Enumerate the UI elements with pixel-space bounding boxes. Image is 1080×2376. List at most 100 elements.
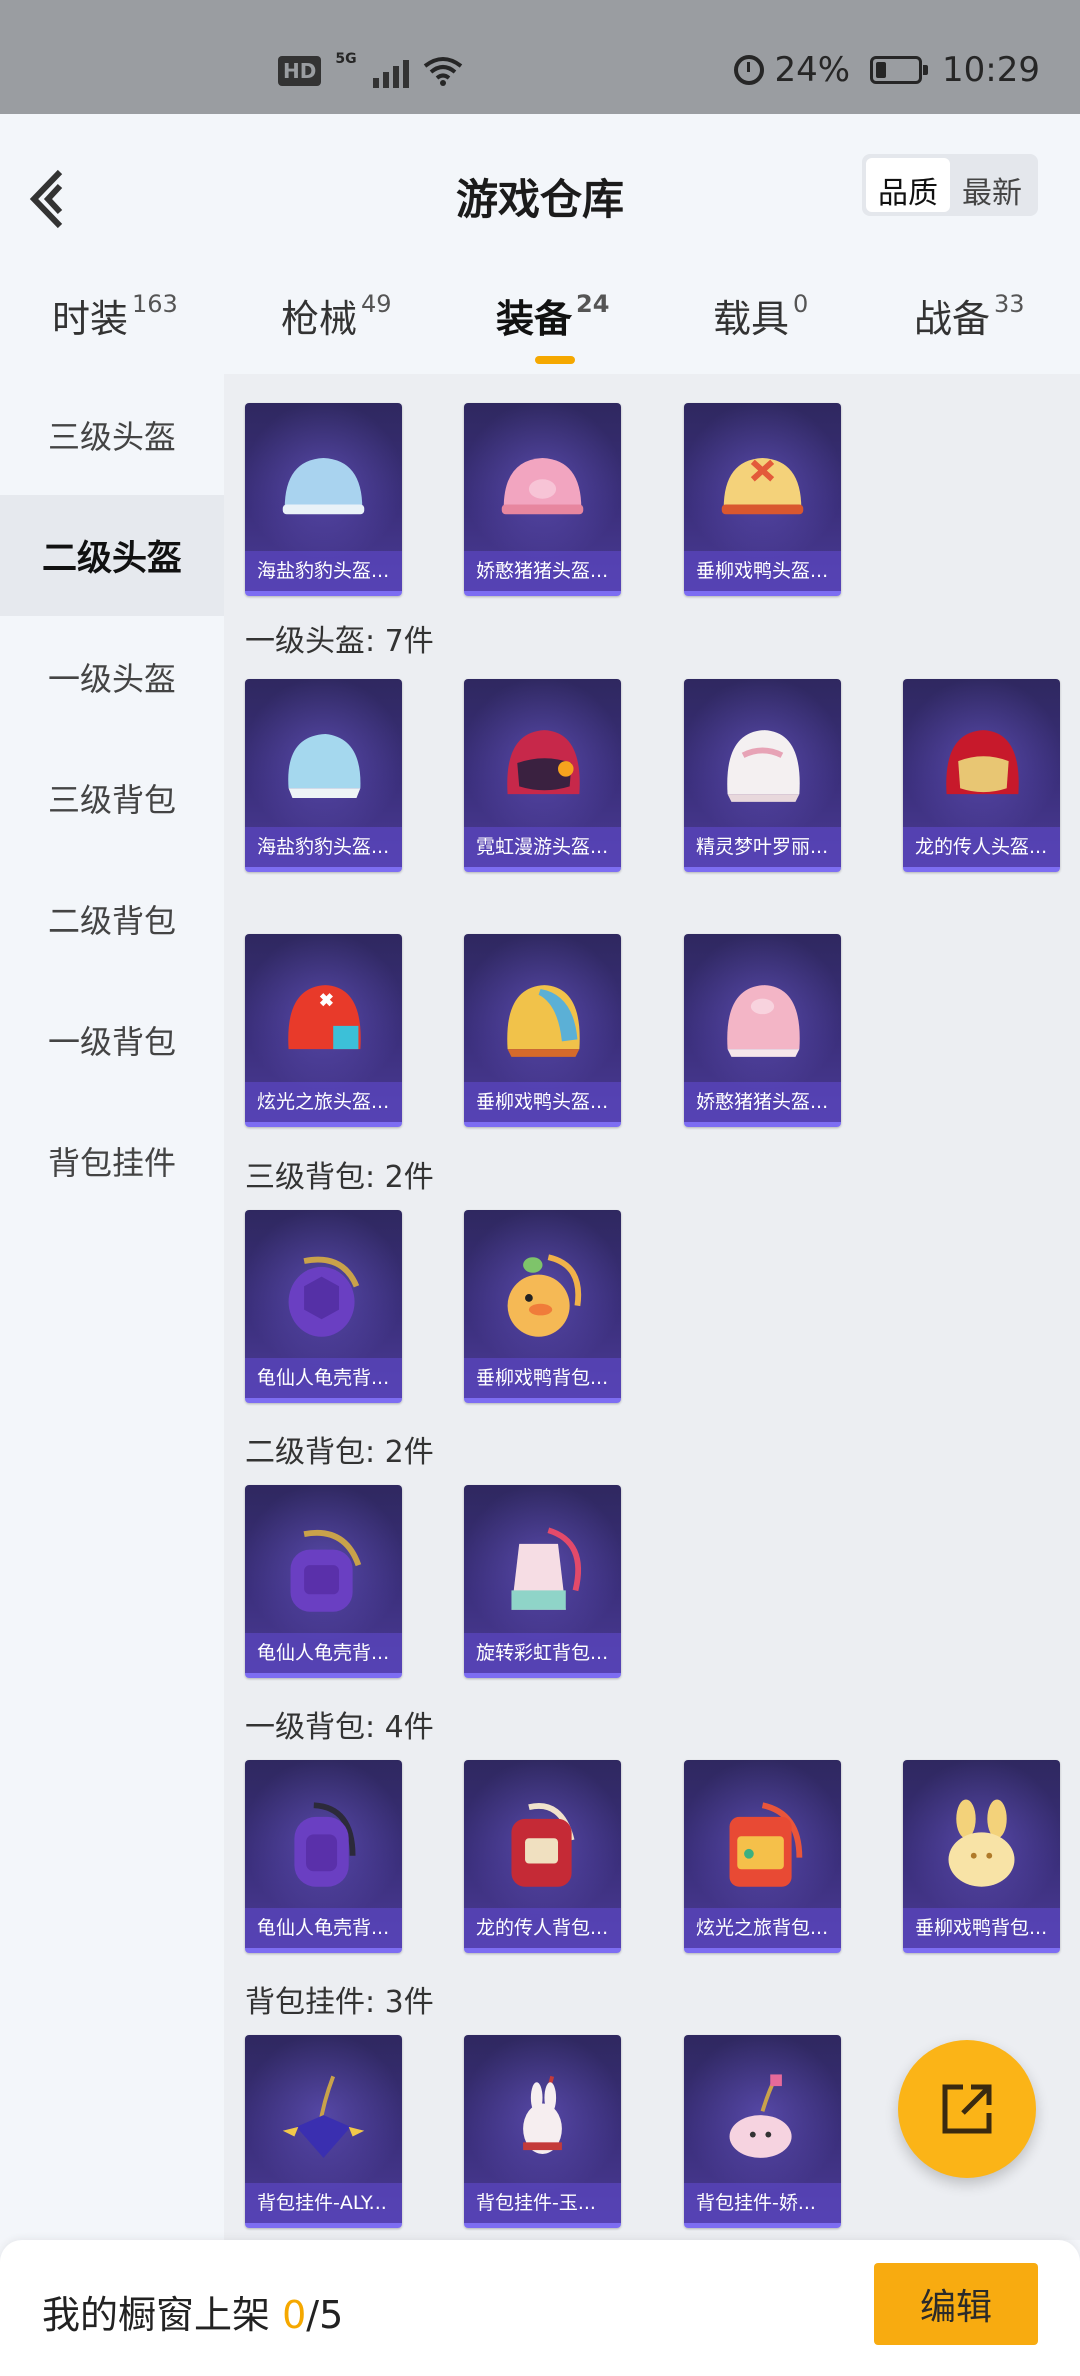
item-card[interactable]: 精灵梦叶罗丽... <box>684 679 841 872</box>
tab-label: 战备 <box>914 297 991 341</box>
item-card[interactable]: 垂柳戏鸭背包... <box>464 1210 621 1403</box>
item-card[interactable]: 娇憨猪猪头盔... <box>464 403 621 596</box>
backpack-icon <box>294 1802 356 1887</box>
network-label: 5G <box>335 51 357 67</box>
tab-guns[interactable]: 枪械 49 <box>281 288 392 343</box>
showcase-status: 我的橱窗上架 0/5 <box>42 2284 343 2339</box>
showcase-total: /5 <box>306 2293 344 2337</box>
item-card[interactable]: 垂柳戏鸭头盔... <box>684 403 841 596</box>
alarm-icon <box>734 55 765 85</box>
item-card[interactable]: 背包挂件-ALY... <box>245 2035 402 2228</box>
backpack-icon <box>507 1254 582 1337</box>
item-card[interactable]: 龟仙人龟壳背... <box>245 1760 402 1953</box>
item-name: 垂柳戏鸭背包... <box>464 1358 621 1398</box>
tab-count: 33 <box>994 290 1025 319</box>
item-card[interactable]: 垂柳戏鸭头盔... <box>464 934 621 1127</box>
category-tabs: 时装 163 枪械 49 装备 24 载具 0 战备 33 <box>0 288 1080 374</box>
item-card[interactable]: 霓虹漫游头盔... <box>464 679 621 872</box>
sort-quality[interactable]: 品质 <box>866 158 950 212</box>
status-bar: HD 5G 24% 10:29 <box>0 0 1080 114</box>
item-grid: 海盐豹豹头盔... 娇憨猪猪头盔... 垂柳戏鸭头盔... 一级头盔: 7件 海… <box>224 374 1080 2240</box>
tab-count: 0 <box>793 290 809 319</box>
charm-icon <box>282 2075 365 2158</box>
helmet-icon <box>946 730 1019 795</box>
section-label: 一级头盔: 7件 <box>245 624 434 659</box>
item-card[interactable]: 垂柳戏鸭背包... <box>903 1760 1060 1953</box>
item-card[interactable]: 龟仙人龟壳背... <box>245 1210 402 1403</box>
tab-outfit[interactable]: 时装 163 <box>52 288 178 343</box>
section-label: 三级背包: 2件 <box>245 1160 434 1195</box>
showcase-count: 0 <box>282 2293 307 2337</box>
tab-label: 时装 <box>52 297 129 341</box>
item-card[interactable]: 海盐豹豹头盔... <box>245 403 402 596</box>
item-card[interactable]: 龙的传人背包... <box>464 1760 621 1953</box>
battery-icon <box>870 56 929 84</box>
share-fab[interactable] <box>898 2040 1036 2178</box>
item-card[interactable]: 背包挂件-玉... <box>464 2035 621 2228</box>
sidebar-item-level3-backpack[interactable]: 三级背包 <box>0 737 224 858</box>
helmet-icon <box>727 985 800 1057</box>
item-name: 炫光之旅背包... <box>684 1908 841 1948</box>
hd-badge: HD <box>278 56 322 86</box>
showcase-label: 我的橱窗上架 <box>42 2293 283 2337</box>
status-right: 24% 10:29 <box>734 50 1040 90</box>
signal-icon <box>372 54 409 88</box>
sort-toggle[interactable]: 品质 最新 <box>862 154 1038 216</box>
tab-vehicles[interactable]: 载具 0 <box>713 288 808 343</box>
tab-underline <box>535 356 575 364</box>
sidebar-item-level2-backpack[interactable]: 二级背包 <box>0 858 224 979</box>
item-name: 海盐豹豹头盔... <box>245 551 402 591</box>
item-card[interactable]: 旋转彩虹背包... <box>464 1485 621 1678</box>
helmet-icon <box>288 985 361 1050</box>
backpack-icon <box>511 1527 582 1610</box>
tab-supplies[interactable]: 战备 33 <box>914 288 1025 343</box>
tab-label: 装备 <box>496 297 573 341</box>
helmet-icon <box>721 457 804 515</box>
helmet-icon <box>282 457 365 515</box>
battery-percent: 24% <box>774 50 851 90</box>
charm-icon <box>729 2074 792 2158</box>
item-card[interactable]: 龟仙人龟壳背... <box>245 1485 402 1678</box>
tab-label: 枪械 <box>281 297 358 341</box>
item-card[interactable]: 龙的传人头盔... <box>903 679 1060 872</box>
sidebar-item-level2-helmet[interactable]: 二级头盔 <box>0 495 224 616</box>
item-card[interactable]: 炫光之旅头盔... <box>245 934 402 1127</box>
item-name: 龙的传人头盔... <box>903 827 1060 867</box>
item-name: 垂柳戏鸭背包... <box>903 1908 1060 1948</box>
helmet-icon <box>727 730 800 802</box>
sidebar: 三级头盔 二级头盔 一级头盔 三级背包 二级背包 一级背包 背包挂件 <box>0 374 224 2240</box>
sidebar-item-backpack-charm[interactable]: 背包挂件 <box>0 1100 224 1221</box>
helmet-icon <box>288 733 361 798</box>
helmet-icon <box>507 985 580 1057</box>
item-name: 娇憨猪猪头盔... <box>464 551 621 591</box>
sort-newest[interactable]: 最新 <box>950 158 1034 212</box>
wifi-icon <box>423 57 462 86</box>
status-left: HD 5G <box>278 51 463 88</box>
item-name: 背包挂件-玉... <box>464 2183 621 2223</box>
sidebar-item-level1-backpack[interactable]: 一级背包 <box>0 979 224 1100</box>
sidebar-item-level1-helmet[interactable]: 一级头盔 <box>0 616 224 737</box>
sidebar-item-level3-helmet[interactable]: 三级头盔 <box>0 374 224 495</box>
edit-button[interactable]: 编辑 <box>874 2263 1038 2345</box>
backpack-icon <box>288 1256 360 1337</box>
backpack-icon <box>511 1803 575 1887</box>
item-card[interactable]: 娇憨猪猪头盔... <box>684 934 841 1127</box>
item-card[interactable]: 炫光之旅背包... <box>684 1760 841 1953</box>
section-label: 背包挂件: 3件 <box>245 1985 434 2020</box>
helmet-icon <box>501 457 584 515</box>
charm-icon <box>523 2075 562 2154</box>
item-name: 龟仙人龟壳背... <box>245 1358 402 1398</box>
item-name: 背包挂件-ALY... <box>245 2183 402 2223</box>
backpack-icon <box>729 1802 803 1887</box>
item-card[interactable]: 海盐豹豹头盔... <box>245 679 402 872</box>
item-card[interactable]: 背包挂件-娇... <box>684 2035 841 2228</box>
item-name: 海盐豹豹头盔... <box>245 827 402 867</box>
item-name: 垂柳戏鸭头盔... <box>684 551 841 591</box>
tab-label: 载具 <box>713 297 790 341</box>
tab-equipment[interactable]: 装备 24 <box>496 288 609 343</box>
helmet-icon <box>507 730 580 795</box>
item-name: 炫光之旅头盔... <box>245 1082 402 1122</box>
backpack-icon <box>948 1799 1015 1887</box>
item-name: 龙的传人背包... <box>464 1908 621 1948</box>
tab-count: 49 <box>361 290 392 319</box>
